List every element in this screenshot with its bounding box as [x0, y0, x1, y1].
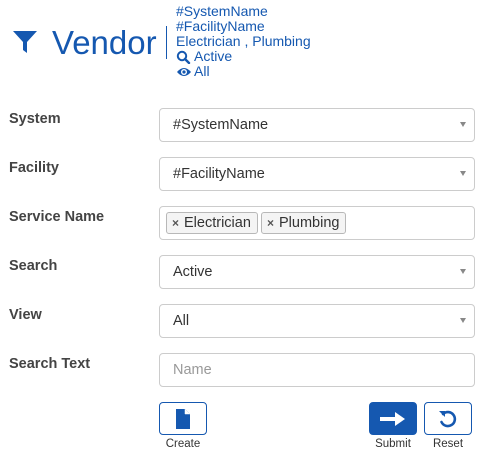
service-name-multiselect[interactable]: × Electrician × Plumbing [159, 206, 475, 240]
search-label: Search [9, 258, 58, 274]
search-text-label: Search Text [9, 356, 91, 372]
summary-services: Electrician , Plumbing [176, 33, 311, 49]
search-icon [176, 50, 191, 64]
system-label: System [9, 111, 61, 127]
chevron-down-icon [460, 269, 466, 274]
service-tag-electrician: × Electrician [166, 212, 258, 234]
create-button[interactable] [159, 402, 207, 435]
view-select-value: All [173, 313, 190, 329]
close-icon[interactable]: × [267, 216, 274, 230]
undo-icon [439, 410, 457, 427]
view-select[interactable]: All [159, 304, 475, 338]
system-select-value: #SystemName [173, 117, 269, 133]
submit-label: Submit [375, 438, 411, 450]
facility-select-value: #FacilityName [173, 166, 265, 182]
close-icon[interactable]: × [172, 216, 179, 230]
reset-label: Reset [432, 438, 464, 450]
summary-search: Active [176, 49, 311, 64]
arrow-right-icon [380, 411, 405, 426]
search-select[interactable]: Active [159, 255, 475, 289]
view-label: View [9, 307, 42, 323]
eye-icon [177, 67, 191, 76]
chevron-down-icon [460, 122, 466, 127]
summary-view: All [176, 64, 311, 79]
reset-button[interactable] [424, 402, 472, 435]
chevron-down-icon [460, 171, 466, 176]
facility-label: Facility [9, 160, 59, 176]
service-tag-plumbing: × Plumbing [261, 212, 347, 234]
facility-select[interactable]: #FacilityName [159, 157, 475, 191]
chevron-down-icon [460, 318, 466, 323]
create-label: Create [165, 438, 201, 450]
submit-button[interactable] [369, 402, 417, 435]
page-header: Vendor #SystemName #FacilityName Electri… [0, 0, 485, 84]
file-icon [176, 408, 190, 429]
filter-summary: #SystemName #FacilityName Electrician , … [176, 4, 311, 79]
search-select-value: Active [173, 264, 213, 280]
title-divider [166, 26, 167, 59]
search-text-field [159, 353, 475, 387]
system-select[interactable]: #SystemName [159, 108, 475, 142]
summary-system: #SystemName [176, 3, 268, 19]
summary-facility: #FacilityName [176, 18, 265, 34]
page-title: Vendor [52, 24, 157, 61]
filter-icon [13, 31, 37, 53]
service-name-label: Service Name [9, 209, 105, 225]
search-text-input[interactable] [160, 354, 474, 386]
